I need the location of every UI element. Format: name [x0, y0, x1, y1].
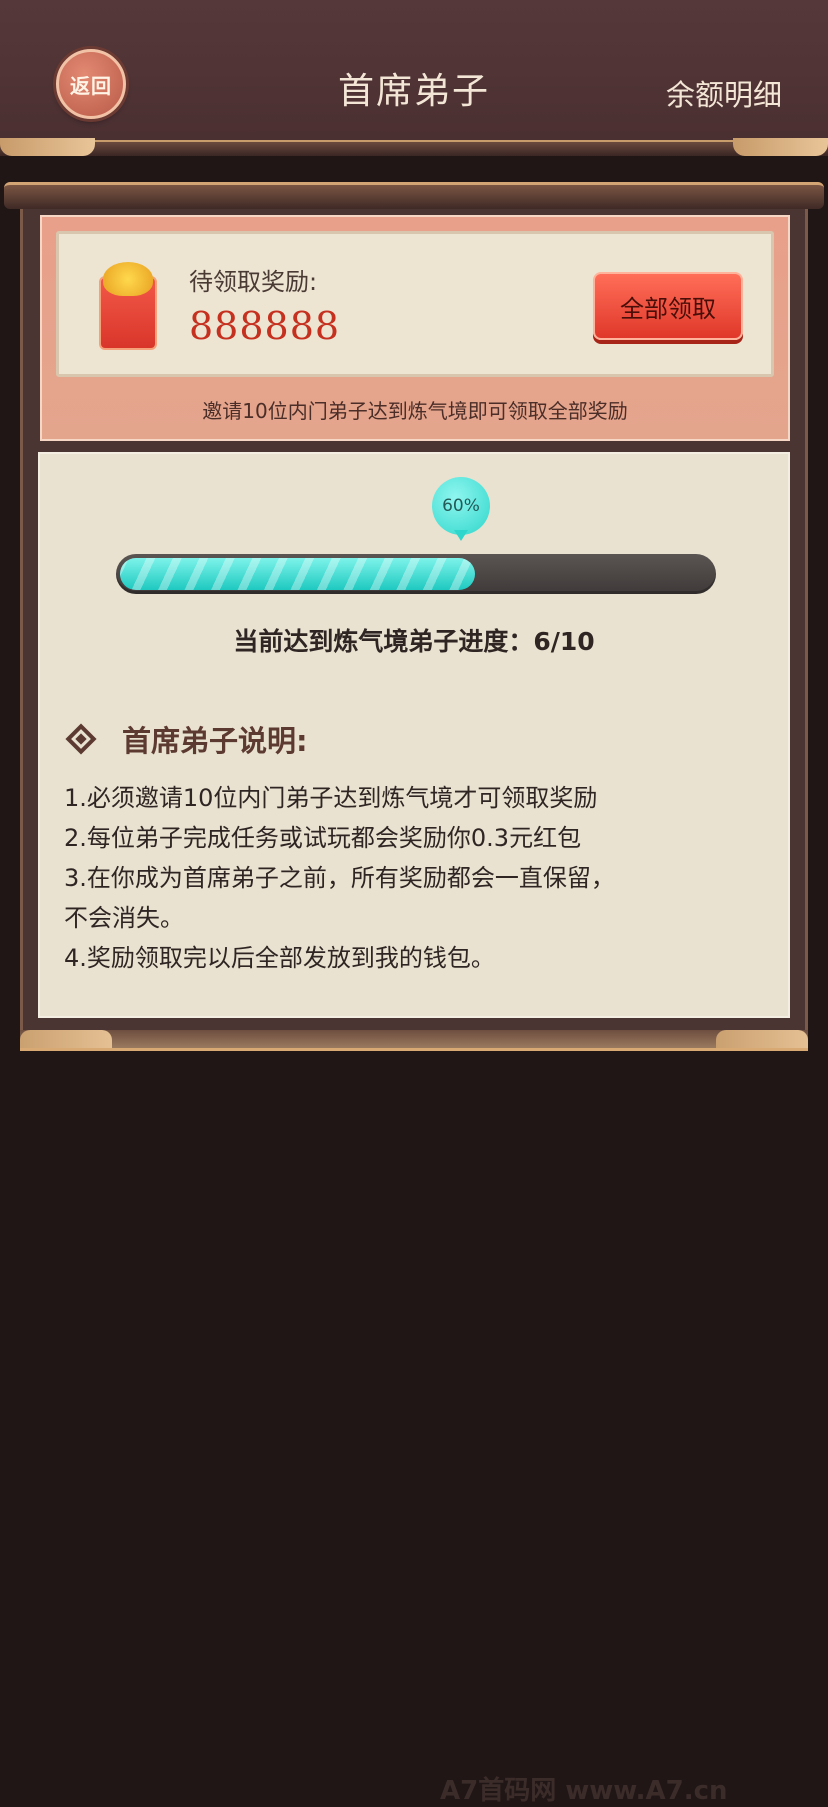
diamond-icon [65, 723, 97, 755]
progress-bar-fill [120, 558, 475, 590]
bubble-pointer [454, 530, 468, 541]
header-ornament-trim [0, 140, 828, 156]
reward-card: 待领取奖励: 888888 全部领取 [56, 231, 774, 377]
balance-detail-link[interactable]: 余额明细 [666, 72, 782, 114]
pending-reward-amount: 888888 [189, 304, 341, 348]
header-corner-ornament-left [0, 138, 95, 156]
progress-percent-bubble: 60% [432, 477, 490, 535]
description-line: 1.必须邀请10位内门弟子达到炼气境才可领取奖励 [64, 784, 598, 812]
description-line: 4.奖励领取完以后全部发放到我的钱包。 [64, 944, 495, 972]
claim-all-button[interactable]: 全部领取 [593, 272, 743, 340]
description-line: 2.每位弟子完成任务或试玩都会奖励你0.3元红包 [64, 824, 582, 852]
description-line: 3.在你成为首席弟子之前，所有奖励都会一直保留， [64, 864, 615, 892]
description-line: 不会消失。 [64, 904, 184, 932]
panel-corner-ornament-right [716, 1030, 808, 1048]
header-bar: 返回 首席弟子 余额明细 [0, 0, 828, 150]
panel-corner-ornament-left [20, 1030, 112, 1048]
description-list: 1.必须邀请10位内门弟子达到炼气境才可领取奖励 2.每位弟子完成任务或试玩都会… [64, 778, 615, 978]
pending-reward-label: 待领取奖励: [189, 268, 318, 296]
header-corner-ornament-right [733, 138, 828, 156]
panel-top-ornament [4, 182, 824, 209]
panel-bottom-ornament [20, 1030, 808, 1051]
description-header: 首席弟子说明: [64, 718, 308, 760]
reward-section: 待领取奖励: 888888 全部领取 邀请10位内门弟子达到炼气境即可领取全部奖… [40, 215, 790, 441]
progress-section: 60% 当前达到炼气境弟子进度：6/10 首席弟子说明: 1.必须邀请10位内门… [38, 452, 790, 1018]
description-title: 首席弟子说明: [122, 724, 308, 758]
progress-status-text: 当前达到炼气境弟子进度：6/10 [233, 627, 595, 656]
invite-tip-text: 邀请10位内门弟子达到炼气境即可领取全部奖励 [202, 399, 628, 423]
red-envelope-icon [99, 262, 157, 350]
progress-bar-track [116, 554, 716, 594]
watermark-text: A7首码网 www.A7.cn [440, 1776, 728, 1806]
